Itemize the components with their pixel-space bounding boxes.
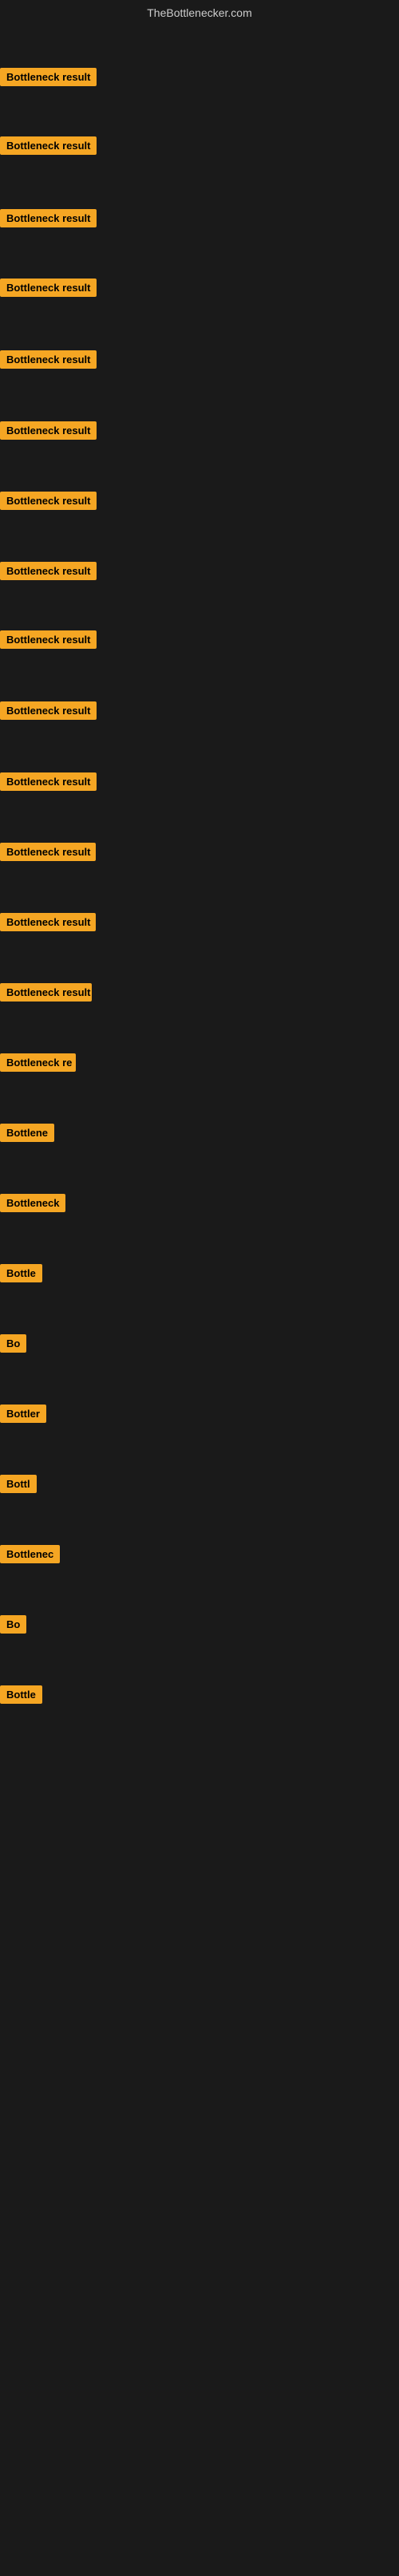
bottleneck-result-item[interactable]: Bottleneck result <box>0 983 92 1002</box>
bottleneck-result-item[interactable]: Bottleneck result <box>0 279 97 297</box>
bottleneck-result-item[interactable]: Bottleneck result <box>0 843 96 861</box>
bottleneck-result-item[interactable]: Bottler <box>0 1405 46 1423</box>
bottleneck-result-item[interactable]: Bottleneck result <box>0 701 97 720</box>
bottleneck-result-item[interactable]: Bottleneck re <box>0 1053 76 1072</box>
bottleneck-result-item[interactable]: Bottlene <box>0 1124 54 1142</box>
bottleneck-result-item[interactable]: Bottlenec <box>0 1545 60 1563</box>
site-title: TheBottlenecker.com <box>0 0 399 22</box>
bottleneck-result-item[interactable]: Bottleneck <box>0 1194 65 1212</box>
bottleneck-result-item[interactable]: Bottleneck result <box>0 136 97 155</box>
bottleneck-result-item[interactable]: Bottleneck result <box>0 492 97 510</box>
bottleneck-result-item[interactable]: Bottl <box>0 1475 37 1493</box>
bottleneck-result-item[interactable]: Bottleneck result <box>0 421 97 440</box>
bottleneck-result-item[interactable]: Bottle <box>0 1264 42 1282</box>
bottleneck-result-item[interactable]: Bottleneck result <box>0 772 97 791</box>
bottleneck-result-item[interactable]: Bottleneck result <box>0 562 97 580</box>
bottleneck-result-item[interactable]: Bo <box>0 1615 26 1634</box>
bottleneck-result-item[interactable]: Bottleneck result <box>0 209 97 227</box>
bottleneck-result-item[interactable]: Bottleneck result <box>0 630 97 649</box>
bottleneck-result-item[interactable]: Bottleneck result <box>0 913 96 931</box>
bottleneck-result-item[interactable]: Bottleneck result <box>0 68 97 86</box>
bottleneck-result-item[interactable]: Bottleneck result <box>0 350 97 369</box>
bottleneck-result-item[interactable]: Bottle <box>0 1685 42 1704</box>
bottleneck-result-item[interactable]: Bo <box>0 1334 26 1353</box>
